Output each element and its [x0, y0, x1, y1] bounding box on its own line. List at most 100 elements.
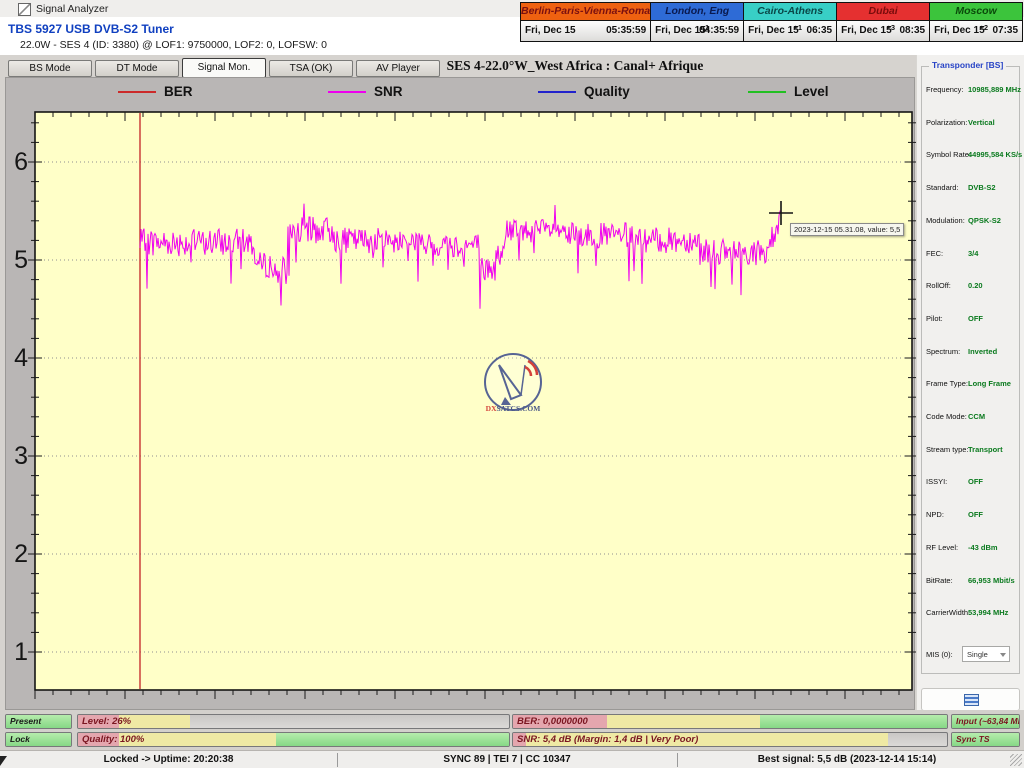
clock-time-cell: Fri, Dec 15+106:35 [744, 21, 836, 41]
legend-label-ber: BER [164, 84, 193, 99]
field-row: Spectrum:Inverted [926, 347, 1022, 359]
clock-city: Cairo-Athens [744, 3, 836, 21]
bar-label: SNR: 5,4 dB (Margin: 1,4 dB | Very Poor) [517, 734, 698, 745]
tab-signal-mon-[interactable]: Signal Mon. [182, 58, 266, 78]
field-value: 66,953 Mbit/s [968, 576, 1015, 585]
bar-label: Present [10, 716, 41, 726]
field-row: BitRate: 66,953 Mbit/s [926, 576, 1022, 588]
clock-time-cell: Fri, Dec 15-104:35:59 [651, 21, 743, 41]
field-value: Transport [968, 445, 1003, 454]
report-button[interactable] [921, 688, 1020, 711]
mis-dropdown[interactable]: Single [962, 646, 1010, 662]
bar-label: Lock [10, 734, 30, 744]
field-label: Pilot: [926, 314, 943, 323]
legend-label-quality: Quality [584, 84, 630, 99]
report-icon [964, 694, 979, 706]
clock-date: Fri, Dec 15 [525, 25, 576, 36]
bar-label: Quality: 100% [82, 734, 144, 745]
window-title: Signal Analyzer [36, 3, 108, 15]
chart-title-line1: SES 4-22.0°W_West Africa : Canal+ Afriqu… [275, 58, 875, 74]
field-value: 3/4 [968, 249, 978, 258]
indicator-bar-lock: Lock [5, 732, 72, 747]
transponder-groupbox-title: Transponder [BS] [929, 60, 1006, 70]
world-clock-panel: Berlin-Paris-Vienna-Roma Fri, Dec 15 05:35… [520, 2, 1023, 42]
field-row: Code Mode:CCM [926, 412, 1022, 424]
watermark-dx: DX [486, 404, 497, 413]
field-label: Polarization: [926, 118, 967, 127]
field-value: Vertical [968, 118, 995, 127]
field-value: Inverted [968, 347, 997, 356]
field-value: OFF [968, 477, 983, 486]
field-row: RF Level: -43 dBm [926, 543, 1022, 555]
status-best-signal: Best signal: 5,5 dB (2023-12-14 15:14) [677, 754, 1017, 765]
field-row: Polarization:Vertical [926, 118, 1022, 130]
field-label: Modulation: [926, 216, 965, 225]
legend-swatch-ber [118, 91, 156, 93]
field-value: OFF [968, 510, 983, 519]
watermark-rest: SATCS.COM [497, 404, 541, 413]
field-value: OFF [968, 314, 983, 323]
app-icon [18, 3, 31, 16]
field-row: Stream type:Transport [926, 445, 1022, 457]
clock-date: Fri, Dec 15 [934, 25, 985, 36]
legend-label-snr: SNR [374, 84, 403, 99]
field-row: NPD:OFF [926, 510, 1022, 522]
field-value: -43 dBm [968, 543, 998, 552]
legend-swatch-snr [328, 91, 366, 93]
field-label: BitRate: [926, 576, 953, 585]
resize-grip[interactable] [1010, 754, 1022, 766]
tuner-details: 22.0W - SES 4 (ID: 3380) @ LOF1: 9750000… [20, 39, 327, 51]
chevron-down-icon [1000, 653, 1006, 657]
legend-label-level: Level [794, 84, 829, 99]
clock-time: 05:35:59 [606, 25, 646, 36]
field-label: ISSYI: [926, 477, 947, 486]
bar-segment-yellow [607, 715, 761, 728]
mis-label: MIS (0): [926, 650, 953, 659]
bar-label: Level: 26% [82, 716, 131, 727]
clock-time: 06:35 [807, 25, 833, 36]
field-label: Stream type: [926, 445, 969, 454]
chart-tooltip: 2023-12-15 05.31.08, value: 5,5 [790, 223, 904, 236]
plot-background [35, 112, 912, 690]
field-row: FEC:3/4 [926, 249, 1022, 261]
field-label: Standard: [926, 183, 959, 192]
clock-4: MoscowFri, Dec 15+207:35 [930, 3, 1022, 41]
clock-utc-offset: +2 [979, 23, 988, 32]
field-label: Symbol Rate: [926, 150, 971, 159]
field-value: QPSK-S2 [968, 216, 1001, 225]
status-bar: Locked -> Uptime: 20:20:38 SYNC 89 | TEI… [0, 750, 1024, 768]
field-value: 0.20 [968, 281, 983, 290]
signal-plot[interactable] [25, 108, 923, 702]
field-value: CCM [968, 412, 985, 421]
field-row: Standard:DVB-S2 [926, 183, 1022, 195]
field-row: RollOff:0.20 [926, 281, 1022, 293]
field-label: CarrierWidth: [926, 608, 970, 617]
field-value: 53,994 MHz [968, 608, 1008, 617]
clock-time: 04:35:59 [699, 25, 739, 36]
clock-2: Cairo-AthensFri, Dec 15+106:35 [744, 3, 837, 41]
field-row: Symbol Rate:44995,584 KS/s [926, 150, 1022, 162]
clock-utc-offset: +1 [794, 23, 803, 32]
tab-dt-mode[interactable]: DT Mode [95, 60, 179, 77]
mouse-cursor-icon [0, 756, 7, 766]
tab-bs-mode[interactable]: BS Mode [8, 60, 92, 77]
field-label: RF Level: [926, 543, 958, 552]
bar-segment-green [276, 733, 509, 746]
legend-swatch-quality [538, 91, 576, 93]
indicator-bar-level: Level: 26% [77, 714, 510, 729]
clock-utc-offset: +3 [887, 23, 896, 32]
field-value: 10985,889 MHz [968, 85, 1021, 94]
field-label: Code Mode: [926, 412, 967, 421]
clock-city: Berlin-Paris-Vienna-Roma [521, 3, 650, 21]
bar-label: Sync TS [956, 734, 990, 744]
field-label: Frame Type: [926, 379, 968, 388]
status-uptime: Locked -> Uptime: 20:20:38 [0, 754, 337, 765]
clock-time: 08:35 [899, 25, 925, 36]
field-row: Modulation:QPSK-S2 [926, 216, 1022, 228]
bar-label: Input (~63,84 Mbps) [956, 716, 1020, 726]
field-row: Pilot: OFF [926, 314, 1022, 326]
signal-analyzer-window: Signal Analyzer TBS 5927 USB DVB-S2 Tune… [0, 0, 1024, 768]
clock-time-cell: Fri, Dec 15+308:35 [837, 21, 929, 41]
bar-label: BER: 0,0000000 [517, 716, 588, 727]
indicator-bar-snr: SNR: 5,4 dB (Margin: 1,4 dB | Very Poor) [512, 732, 948, 747]
